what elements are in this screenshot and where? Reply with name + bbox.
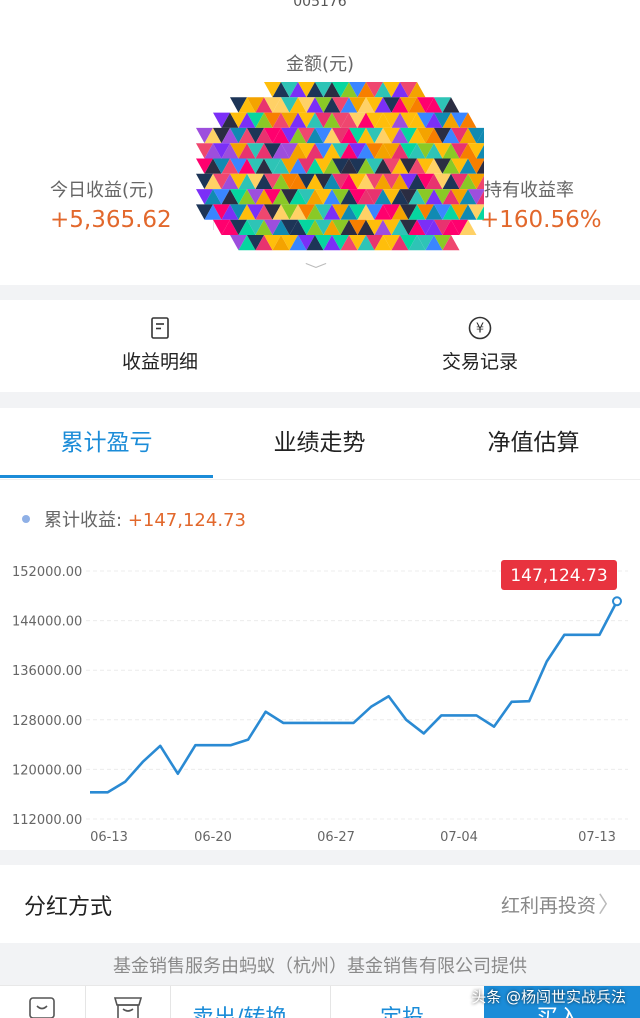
chart-tabs: 累计盈亏 业绩走势 净值估算 [0,408,640,480]
action-row: 收益明细 ¥ 交易记录 [0,300,640,392]
chevron-down-icon[interactable]: ﹀ [305,260,327,280]
auto-invest-button[interactable]: 定投 [380,1000,424,1018]
active-tab-indicator [0,475,213,478]
chevron-right-icon: 〉 [597,893,620,918]
x-tick-label: 06-13 [90,830,128,845]
y-tick-label: 152000.00 [12,565,82,580]
redaction-mosaic [196,82,484,251]
holding-rate-label: 持有收益率 [484,180,574,201]
svg-text:¥: ¥ [476,322,484,337]
divider [170,986,171,1018]
watermark: 头条 @杨闯世实战兵法 [471,988,626,1006]
profit-detail-button[interactable]: 收益明细 [0,300,320,392]
x-tick-label: 06-20 [194,830,232,845]
sell-convert-button[interactable]: 卖出/转换 [192,1000,287,1018]
tab-performance-trend[interactable]: 业绩走势 [213,408,426,480]
yen-circle-icon: ¥ [468,316,492,340]
today-profit-label: 今日收益(元) [50,180,155,201]
chart-panel: 累计收益: +147,124.73 152000.00 144000.00 1360… [0,480,640,850]
profit-detail-label: 收益明细 [121,351,198,373]
divider [85,986,86,1018]
today-profit-value: +5,365.62 [50,207,172,233]
amount-label: 金额(元) [285,54,355,75]
tab-nav-estimate[interactable]: 净值估算 [427,408,640,480]
y-tick-label: 136000.00 [12,664,82,679]
dividend-value: 红利再投资 [500,895,596,917]
y-tick-label: 120000.00 [12,763,82,778]
x-tick-label: 07-04 [440,830,478,845]
series-line [90,600,619,794]
cumulative-profit-chart[interactable]: 152000.00 144000.00 136000.00 128000.00 1200… [0,480,640,850]
y-tick-label: 144000.00 [12,615,82,630]
store-icon[interactable] [112,994,144,1018]
holding-rate-value: +160.56% [480,207,602,233]
sales-notice: 基金销售服务由蚂蚁（杭州）基金销售有限公司提供 [113,956,527,977]
last-point-marker [612,596,622,607]
dividend-row[interactable]: 分红方式 红利再投资 〉 [0,865,640,943]
x-tick-label: 06-27 [317,830,355,845]
fund-code: 005176 [293,0,347,10]
holdings-card: 005176 金额(元) 今日收益(元) +5,365.62 持有收益率 +16… [0,0,640,285]
chat-icon[interactable] [28,996,56,1018]
trade-records-button[interactable]: ¥ 交易记录 [320,300,640,392]
value-callout-label: 147,124.73 [510,566,607,586]
divider [330,986,331,1018]
x-tick-label: 07-13 [578,830,616,845]
y-tick-label: 128000.00 [12,714,82,729]
dividend-label: 分红方式 [24,895,113,920]
tab-cumulative-profit[interactable]: 累计盈亏 [0,408,213,480]
trade-records-label: 交易记录 [441,351,518,373]
y-tick-label: 112000.00 [12,813,82,828]
document-icon [151,317,169,339]
